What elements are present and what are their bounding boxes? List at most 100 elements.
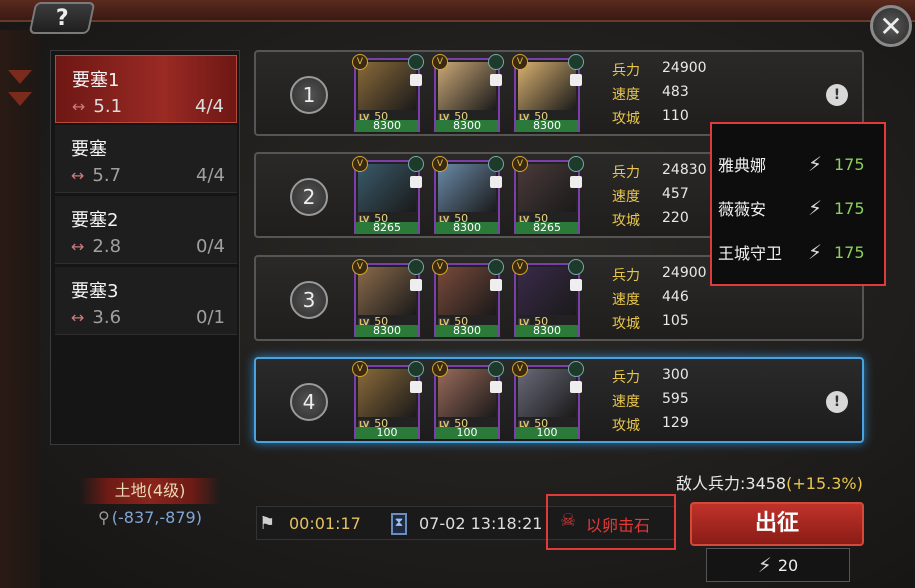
left-strip (0, 30, 40, 588)
rank-badge-icon: V (352, 156, 368, 172)
hero-card[interactable]: V LV 50 100 (512, 361, 584, 439)
hero-card[interactable]: V LV 50 8300 (432, 156, 504, 234)
hero-troops: 100 (356, 427, 418, 439)
hero-portrait (518, 62, 576, 110)
skill-badge-icon (488, 361, 504, 377)
fortress-distance: 5.7 (92, 165, 122, 186)
land-info: 土地(4级) ⚲ (-837,-879) (60, 472, 240, 532)
power-label: 兵力 (612, 63, 640, 79)
skill-badge-icon (408, 54, 424, 70)
fortress-count: 0/1 (196, 307, 225, 328)
power-label: 兵力 (612, 268, 640, 284)
info-button[interactable]: ! (826, 391, 848, 413)
stamina-value: 175 (834, 198, 865, 218)
hero-troops: 8300 (356, 325, 418, 337)
land-coords[interactable]: ⚲ (-837,-879) (60, 508, 240, 527)
team-stats: 兵力 300 速度 595 攻城 129 (612, 367, 732, 439)
hero-card[interactable]: V LV 50 8300 (432, 54, 504, 132)
skill-badge-icon (408, 259, 424, 275)
fortress-item[interactable]: 要塞3 ↔ 3.6 0/1 (55, 267, 237, 335)
speed-value: 483 (662, 84, 689, 100)
speed-value: 595 (662, 391, 689, 407)
hero-troops: 100 (516, 427, 578, 439)
hero-troops: 8300 (516, 120, 578, 132)
popup-row: 王城守卫 ⚡ 175 (718, 232, 878, 272)
team-number: 2 (290, 178, 328, 216)
stamina-value: 175 (834, 154, 865, 174)
hero-troops: 100 (436, 427, 498, 439)
chevron-down-icon (8, 92, 32, 106)
help-button[interactable]: ? (28, 2, 96, 34)
hero-card[interactable]: V LV 50 8265 (352, 156, 424, 234)
lightning-icon: ⚡ (808, 152, 823, 176)
team-number: 1 (290, 76, 328, 114)
rank-badge-icon: V (432, 54, 448, 70)
troop-type-icon (410, 176, 422, 188)
close-button[interactable]: ✕ (870, 5, 912, 47)
enemy-power-percent: (+15.3%) (786, 474, 863, 493)
hero-card[interactable]: V LV 50 100 (352, 361, 424, 439)
rank-badge-icon: V (432, 259, 448, 275)
hero-portrait (358, 62, 416, 110)
stamina-popup: 雅典娜 ⚡ 175 薇薇安 ⚡ 175 王城守卫 ⚡ 175 (710, 122, 886, 286)
rank-badge-icon: V (512, 259, 528, 275)
hero-card[interactable]: V LV 50 8300 (512, 54, 584, 132)
rank-badge-icon: V (352, 361, 368, 377)
rank-badge-icon: V (512, 156, 528, 172)
hero-portrait (358, 164, 416, 212)
hero-card[interactable]: V LV 50 100 (432, 361, 504, 439)
fortress-item[interactable]: 要塞2 ↔ 2.8 0/4 (55, 196, 237, 264)
skull-icon: ☠ (560, 510, 577, 531)
info-button[interactable]: ! (826, 84, 848, 106)
hero-card[interactable]: V LV 50 8300 (432, 259, 504, 337)
hero-card[interactable]: V LV 50 8300 (352, 54, 424, 132)
team-row[interactable]: 4 V LV 50 100 V LV 50 100 V LV 50 100 兵力 300 速度 595 攻城 129… (254, 357, 864, 443)
team-number: 4 (290, 383, 328, 421)
rank-badge-icon: V (352, 54, 368, 70)
power-value: 300 (662, 367, 689, 383)
warning-label: 以卵击石 (586, 516, 651, 535)
stamina-value: 175 (834, 242, 865, 262)
troop-type-icon (570, 381, 582, 393)
location-pin-icon: ⚲ (98, 508, 110, 527)
distance-arrows-icon: ↔ (71, 308, 85, 327)
fortress-distance: 2.8 (92, 236, 122, 257)
chevron-down-icon (8, 70, 32, 84)
hero-portrait (438, 164, 496, 212)
march-button[interactable]: 出征 (690, 502, 864, 546)
speed-label: 速度 (612, 394, 640, 410)
siege-value: 129 (662, 415, 689, 431)
siege-label: 攻城 (612, 213, 640, 229)
skill-badge-icon (568, 361, 584, 377)
fortress-count: 4/4 (196, 165, 225, 186)
speed-label: 速度 (612, 292, 640, 308)
siege-label: 攻城 (612, 418, 640, 434)
fortress-item[interactable]: 要塞 ↔ 5.7 4/4 (55, 125, 237, 193)
hero-troops: 8300 (516, 325, 578, 337)
hero-portrait (438, 267, 496, 315)
troop-type-icon (410, 74, 422, 86)
power-value: 24900 (662, 60, 707, 76)
stamina-cost: ⚡ 20 (706, 548, 850, 582)
hero-troops: 8300 (436, 325, 498, 337)
skill-badge-icon (568, 54, 584, 70)
rank-badge-icon: V (352, 259, 368, 275)
skill-badge-icon (488, 259, 504, 275)
hero-card[interactable]: V LV 50 8265 (512, 156, 584, 234)
fortress-name: 要塞3 (71, 281, 119, 302)
hero-card[interactable]: V LV 50 8300 (352, 259, 424, 337)
hero-card[interactable]: V LV 50 8300 (512, 259, 584, 337)
rank-badge-icon: V (432, 156, 448, 172)
fortress-count: 0/4 (196, 236, 225, 257)
fortress-item[interactable]: 要塞1 ↔ 5.1 4/4 (55, 55, 237, 123)
hero-portrait (518, 164, 576, 212)
lightning-icon: ⚡ (757, 553, 772, 577)
troop-type-icon (570, 74, 582, 86)
skill-badge-icon (408, 156, 424, 172)
skill-badge-icon (568, 156, 584, 172)
fortress-count: 4/4 (195, 96, 224, 117)
fortress-name: 要塞2 (71, 210, 119, 231)
distance-arrows-icon: ↔ (71, 166, 85, 185)
hero-name: 薇薇安 (718, 200, 767, 219)
hero-portrait (358, 369, 416, 417)
